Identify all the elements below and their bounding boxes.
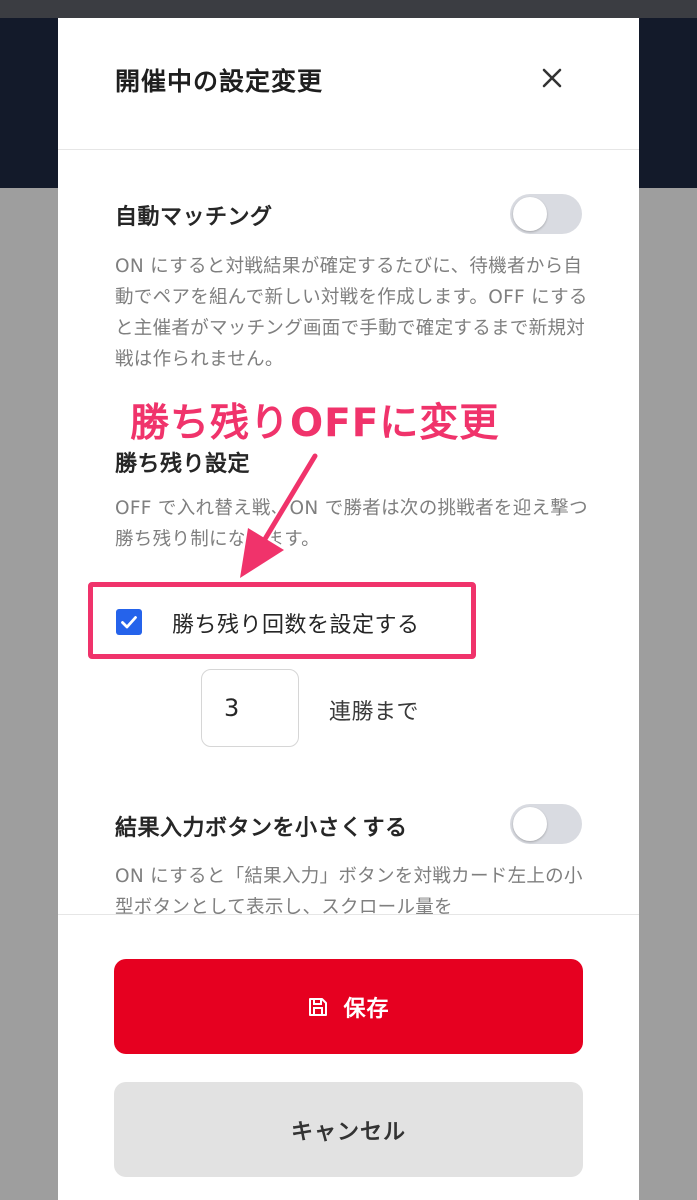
- win-count-input[interactable]: [201, 669, 299, 747]
- modal-title: 開催中の設定変更: [115, 67, 324, 96]
- close-button[interactable]: [536, 62, 568, 94]
- cancel-button[interactable]: キャンセル: [114, 1082, 583, 1177]
- auto-matching-description: ON にすると対戦結果が確定するたびに、待機者から自動でペアを組んで新しい対戦を…: [115, 256, 588, 370]
- annotation-highlight-box: [88, 582, 476, 659]
- toggle-knob: [513, 197, 547, 231]
- footer-divider: [58, 914, 639, 915]
- auto-matching-toggle[interactable]: [510, 194, 582, 234]
- save-button[interactable]: 保存: [114, 959, 583, 1054]
- toggle-knob: [513, 807, 547, 841]
- win-count-unit: 連勝まで: [329, 700, 420, 725]
- winner-stays-description: OFF で入れ替え戦、ON で勝者は次の挑戦者を迎え撃つ勝ち残り制になります。: [115, 498, 588, 550]
- small-result-button-label: 結果入力ボタンを小さくする: [115, 816, 408, 841]
- annotation-text: 勝ち残りOFFに変更: [128, 400, 500, 448]
- save-icon: [309, 997, 328, 1016]
- small-result-button-toggle[interactable]: [510, 804, 582, 844]
- auto-matching-label: 自動マッチング: [115, 205, 273, 230]
- header-divider: [58, 149, 639, 150]
- winner-stays-label: 勝ち残り設定: [115, 452, 251, 477]
- close-icon: [542, 68, 562, 88]
- cancel-button-label: キャンセル: [290, 1119, 406, 1145]
- status-bar: [0, 0, 697, 18]
- save-button-label: 保存: [343, 996, 390, 1022]
